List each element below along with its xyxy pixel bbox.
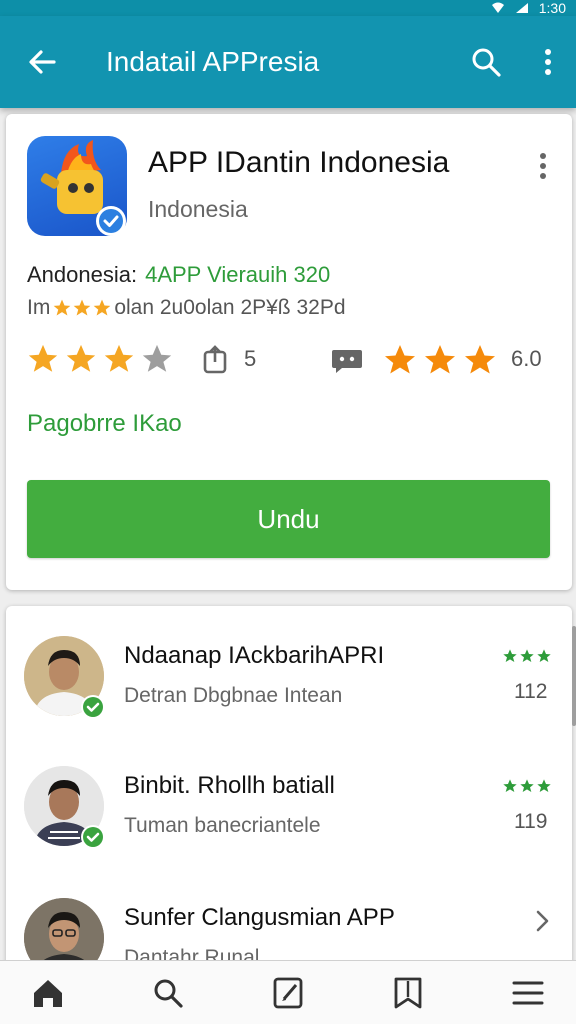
star-icon bbox=[503, 779, 517, 792]
share-icon[interactable] bbox=[200, 344, 230, 376]
star-icon bbox=[28, 344, 58, 372]
star-icon bbox=[73, 299, 91, 316]
home-icon[interactable] bbox=[28, 975, 68, 1011]
app-detail-card: APP IDantin Indonesia Indonesia Andonesi… bbox=[6, 114, 572, 590]
star-icon bbox=[537, 649, 551, 662]
star-icon bbox=[66, 344, 96, 372]
app-bar: Indatail APPresia bbox=[0, 16, 576, 108]
verified-badge-icon bbox=[96, 206, 126, 236]
status-time: 1:30 bbox=[538, 0, 566, 16]
review-item[interactable]: Ndaanap IAckbarihAPRI Detran Dbgbnae Int… bbox=[6, 606, 572, 726]
card-more-icon[interactable] bbox=[534, 150, 552, 182]
star-icon bbox=[93, 299, 111, 316]
back-arrow-icon[interactable] bbox=[24, 44, 60, 80]
star-icon bbox=[385, 345, 415, 374]
star-empty-icon bbox=[142, 344, 172, 372]
review-text: Tuman banecriantele bbox=[124, 814, 321, 837]
rating-row: 5 6.0 bbox=[26, 342, 556, 378]
menu-icon[interactable] bbox=[508, 975, 548, 1011]
mini-rating-stars bbox=[52, 298, 112, 318]
review-stars bbox=[502, 648, 552, 664]
review-text: Detran Dbgbnae Intean bbox=[124, 684, 343, 707]
download-button[interactable]: Undu bbox=[27, 480, 550, 558]
rating-stars-right bbox=[382, 342, 498, 378]
info-value: 4APP Vierauih 320 bbox=[145, 262, 331, 287]
verified-check-icon bbox=[81, 695, 105, 719]
page-title: Indatail APPresia bbox=[106, 46, 320, 77]
star-icon bbox=[425, 345, 455, 374]
star-icon bbox=[537, 779, 551, 792]
edit-icon[interactable] bbox=[268, 975, 308, 1011]
bottom-navigation bbox=[0, 960, 576, 1024]
rating-count-left: 5 bbox=[244, 346, 257, 371]
star-icon bbox=[503, 649, 517, 662]
verified-check-icon bbox=[81, 825, 105, 849]
star-icon bbox=[465, 345, 495, 374]
app-subtitle: Indonesia bbox=[148, 196, 248, 222]
app-name: APP IDantin Indonesia bbox=[148, 146, 450, 179]
review-count: 119 bbox=[514, 810, 548, 833]
chat-icon[interactable] bbox=[330, 346, 364, 374]
rating-value-right: 6.0 bbox=[511, 346, 542, 371]
status-icons: 1:30 bbox=[491, 0, 566, 16]
reviews-card: Ndaanap IAckbarihAPRI Detran Dbgbnae Int… bbox=[6, 606, 572, 986]
bookmark-icon[interactable] bbox=[388, 975, 428, 1011]
more-vert-icon[interactable] bbox=[534, 44, 562, 80]
search-icon[interactable] bbox=[148, 975, 188, 1011]
review-author: Ndaanap IAckbarihAPRI bbox=[124, 642, 385, 669]
app-meta-line: Im olan 2u0olan 2P¥ß 32Pd bbox=[27, 296, 346, 320]
star-icon bbox=[520, 779, 534, 792]
review-item[interactable]: Binbit. Rhollh batiall Tuman banecriante… bbox=[6, 736, 572, 856]
wifi-icon bbox=[491, 2, 504, 13]
review-count: 112 bbox=[514, 680, 548, 703]
meta-prefix: Im bbox=[27, 296, 51, 319]
review-author: Sunfer Clangusmian APP bbox=[124, 904, 395, 931]
review-stars bbox=[502, 778, 552, 794]
star-icon bbox=[104, 344, 134, 372]
app-info-line: Andonesia: 4APP Vierauih 320 bbox=[27, 262, 330, 288]
rating-stars-left bbox=[26, 342, 174, 376]
chevron-right-icon[interactable] bbox=[532, 908, 552, 934]
app-link[interactable]: Pagobrre IKao bbox=[27, 410, 182, 438]
signal-icon bbox=[515, 3, 528, 13]
search-icon[interactable] bbox=[468, 44, 504, 80]
star-icon bbox=[520, 649, 534, 662]
star-icon bbox=[53, 299, 71, 316]
meta-text: olan 2u0olan 2P¥ß 32Pd bbox=[114, 296, 346, 319]
info-label: Andonesia: bbox=[27, 262, 138, 287]
review-author: Binbit. Rhollh batiall bbox=[124, 772, 335, 799]
status-bar: 1:30 bbox=[0, 0, 576, 16]
scrollbar[interactable] bbox=[572, 626, 576, 726]
